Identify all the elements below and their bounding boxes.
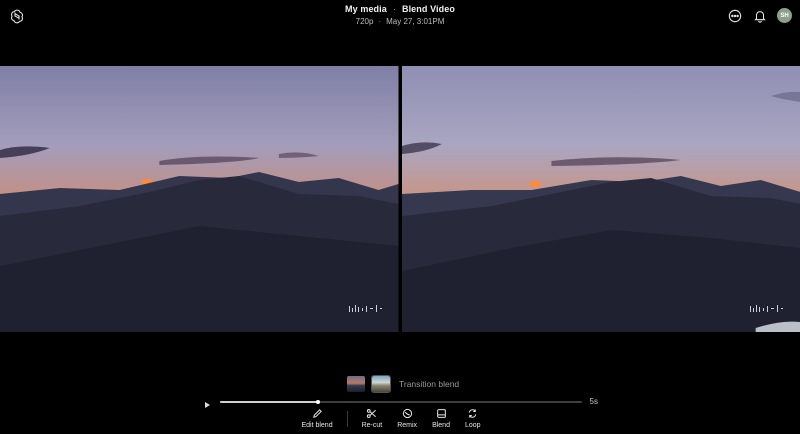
thumbnail-first-clip[interactable]: [347, 376, 365, 392]
transition-row: Transition blend: [347, 375, 460, 393]
bell-icon[interactable]: [752, 8, 767, 23]
breadcrumb-separator: ·: [392, 4, 396, 14]
breadcrumb-my-media[interactable]: My media: [345, 4, 387, 14]
blend-button[interactable]: Blend: [432, 408, 450, 429]
toolbar-divider: [346, 411, 348, 427]
thumbnail-second-clip[interactable]: [371, 375, 391, 393]
remix-icon: [402, 408, 412, 419]
resolution-label: 720p: [355, 17, 374, 26]
sora-watermark-icon: [348, 300, 383, 318]
scrubber-progress: [220, 401, 318, 403]
page-title: Blend Video: [401, 4, 455, 14]
duration-label: 5s: [589, 397, 598, 406]
avatar[interactable]: SH: [777, 8, 792, 23]
page-title-line: My media · Blend Video: [0, 4, 800, 14]
scrubber-handle[interactable]: [315, 400, 320, 404]
edit-blend-button[interactable]: Edit blend: [301, 408, 333, 429]
remix-label: Remix: [397, 422, 418, 429]
scissors-icon: [367, 409, 377, 418]
play-icon[interactable]: [202, 397, 212, 408]
recut-label: Re-cut: [361, 422, 383, 429]
loop-icon: [469, 409, 477, 418]
timestamp-label: May 27, 3:01PM: [386, 17, 445, 26]
action-toolbar: Edit blend Re-cut Remix Blend Loop: [0, 408, 800, 432]
loop-label: Loop: [464, 422, 481, 429]
meta-separator: ·: [378, 17, 382, 26]
remix-button[interactable]: Remix: [397, 408, 417, 429]
top-bar: My media · Blend Video 720p · May 27, 3:01PM…: [0, 0, 800, 60]
transition-label: Transition blend: [399, 379, 460, 389]
blend-icon: [436, 409, 446, 418]
title-block: My media · Blend Video 720p · May 27, 3:01PM: [0, 4, 800, 26]
playback-timeline: 5s: [200, 396, 600, 408]
source-video-left[interactable]: [0, 66, 399, 332]
top-actions: SH: [727, 8, 792, 23]
sunset-mountain-image: [0, 66, 399, 332]
video-pair: [0, 66, 800, 332]
edit-blend-label: Edit blend: [301, 422, 333, 429]
scrubber-track[interactable]: [220, 400, 582, 404]
more-options-icon[interactable]: [727, 8, 742, 23]
pencil-icon: [312, 409, 322, 418]
blend-label: Blend: [432, 422, 450, 429]
loop-button[interactable]: Loop: [465, 408, 481, 429]
sora-watermark-icon: [750, 300, 784, 318]
video-meta: 720p · May 27, 3:01PM: [0, 17, 800, 26]
sunset-mountain-image: [401, 66, 800, 332]
recut-button[interactable]: Re-cut: [361, 408, 383, 429]
source-video-right[interactable]: [401, 66, 800, 332]
